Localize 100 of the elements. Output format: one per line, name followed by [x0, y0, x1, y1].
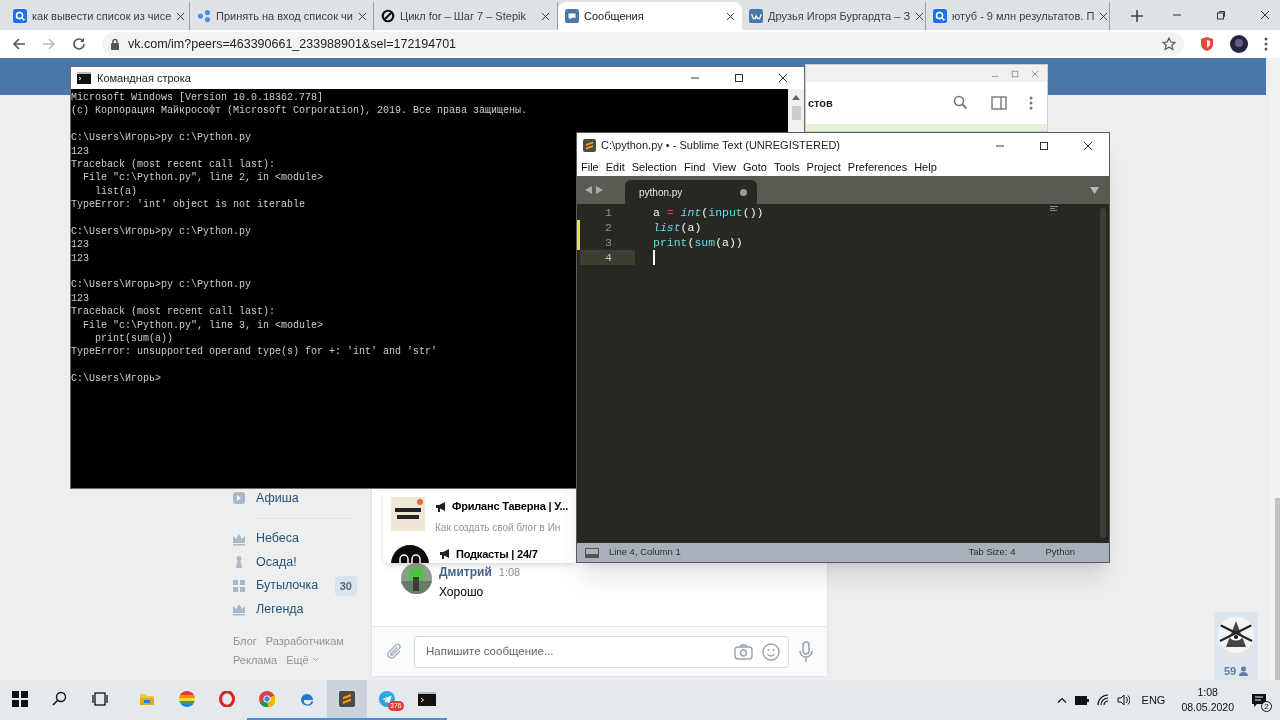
restore-icon[interactable] — [1216, 10, 1226, 20]
sidebar-item[interactable]: Бутылочка 30 — [229, 574, 361, 598]
menu-item[interactable]: Edit — [605, 158, 625, 176]
tab-size-setting[interactable]: Tab Size: 4 — [968, 545, 1016, 560]
menu-item[interactable]: Tools — [773, 158, 800, 176]
camera-icon[interactable] — [734, 643, 753, 660]
scrollbar-thumb[interactable] — [791, 106, 801, 120]
menu-item[interactable]: Find — [683, 158, 706, 176]
close-icon[interactable] — [357, 11, 367, 21]
terminal-icon — [418, 692, 436, 706]
play-icon — [232, 491, 246, 505]
online-count: 59 — [1223, 664, 1237, 679]
console-line: 123 — [71, 238, 89, 252]
menu-item[interactable]: Project — [806, 158, 841, 176]
language-indicator[interactable]: ENG — [1137, 691, 1170, 709]
smiley-icon[interactable] — [762, 642, 780, 661]
address-bar[interactable]: vk.com/im?peers=463390661_233988901&sel=172194701 — [102, 32, 1184, 56]
side-panel-icon[interactable] — [991, 96, 1007, 110]
console-line: Microsoft Windows [Version 10.0.18362.778] — [71, 91, 324, 105]
console-line: File "c:\Python.py", line 2, in <module> — [82, 171, 324, 185]
wifi-icon[interactable] — [1096, 694, 1109, 706]
back-arrow-icon[interactable] — [12, 37, 26, 51]
windows-logo-icon — [12, 691, 28, 707]
left-triangle-icon[interactable] — [585, 186, 592, 194]
chrome-icon — [259, 691, 275, 707]
folder-icon — [139, 691, 155, 707]
sidebar-item[interactable]: Легенда — [229, 597, 361, 621]
chevron-down-icon — [311, 657, 319, 663]
browser-tab[interactable]: Сообщения — [558, 2, 742, 30]
shield-icon[interactable] — [1200, 36, 1214, 52]
close-icon[interactable] — [541, 11, 550, 21]
console-line: 123 — [71, 251, 89, 266]
terminal-icon — [77, 72, 91, 84]
sidebar-item[interactable]: Небеса — [229, 527, 361, 551]
dialog-item[interactable]: Фриланс Таверна | У... Как создать свой блог в Ин — [391, 497, 576, 535]
line-number: 4 — [580, 250, 635, 265]
star-icon[interactable] — [1162, 37, 1176, 51]
paperclip-icon[interactable] — [386, 641, 404, 662]
search-icon — [13, 9, 27, 23]
menu-item[interactable]: Selection — [631, 158, 677, 176]
clock-time[interactable]: 1:08 — [1197, 685, 1218, 700]
dialog-title: Фриланс Таверна | У... — [452, 499, 568, 514]
line-number: 3 — [604, 235, 613, 250]
sidebar-item[interactable]: Афиша — [229, 490, 361, 506]
maximize-icon[interactable] — [1039, 140, 1049, 151]
close-icon[interactable] — [915, 11, 925, 21]
panel-toggle-icon[interactable] — [585, 547, 599, 558]
console-line: 123 — [71, 144, 89, 158]
lock-icon — [110, 38, 120, 50]
message-text: Хорошо — [439, 584, 485, 601]
more-menu-icon[interactable] — [1264, 37, 1268, 51]
sidebar-item[interactable]: Осада! — [229, 550, 361, 574]
close-icon[interactable] — [1260, 10, 1270, 20]
scrollbar[interactable] — [1270, 58, 1280, 680]
close-icon[interactable] — [778, 73, 788, 83]
console-line: (c) Корпорация Майкрософт (Microsoft Corporation), 2019. Все права защищены. — [71, 104, 528, 118]
battery-icon[interactable] — [1074, 695, 1089, 705]
menu-item[interactable]: View — [712, 158, 737, 176]
console-line: Traceback (most recent call last): — [71, 157, 276, 172]
message-field[interactable]: Напишите сообщение... — [414, 635, 789, 668]
menu-item[interactable]: Preferences — [847, 158, 908, 176]
microphone-icon[interactable] — [799, 640, 813, 663]
scrollbar-thumb[interactable] — [1275, 498, 1280, 680]
right-triangle-icon[interactable] — [596, 186, 603, 194]
menu-item[interactable]: Goto — [743, 158, 767, 176]
search-icon[interactable] — [953, 95, 969, 111]
code-line: a = int(input()) — [652, 205, 764, 220]
close-icon[interactable] — [1083, 140, 1093, 151]
search-icon — [52, 691, 68, 707]
console-line: TypeError: 'int' object is not iterable — [71, 198, 306, 212]
close-icon[interactable] — [1099, 11, 1109, 21]
file-tab[interactable]: python.py — [625, 180, 757, 204]
maximize-icon[interactable] — [734, 73, 744, 83]
person-icon — [1239, 666, 1249, 677]
syntax-setting[interactable]: Python — [1045, 545, 1075, 560]
code-line: print(sum(a)) — [652, 235, 743, 250]
cursor-position: Line 4, Column 1 — [609, 545, 681, 560]
search-icon — [933, 9, 947, 23]
console-line: print(sum(a)) — [94, 332, 174, 346]
notifications-button[interactable]: 2 — [1246, 687, 1272, 713]
more-menu-icon[interactable] — [1029, 96, 1033, 110]
author-name[interactable]: Дмитрий — [439, 563, 492, 581]
stripes-square-icon — [339, 691, 355, 707]
console-line: 123 — [71, 291, 89, 306]
notification-count: 2 — [1261, 701, 1272, 712]
close-icon[interactable] — [726, 11, 735, 21]
dropdown-triangle-icon[interactable] — [1090, 186, 1099, 194]
message-time: 1:08 — [498, 565, 521, 580]
menu-item[interactable]: Help — [914, 158, 937, 176]
reload-icon[interactable] — [72, 37, 86, 51]
clock-date[interactable]: 08.05.2020 — [1181, 700, 1234, 715]
speaker-icon[interactable] — [1116, 694, 1130, 706]
window-title: C:\python.py • - Sublime Text (UNREGISTERED) — [601, 138, 840, 154]
new-tab-icon[interactable] — [1130, 9, 1144, 23]
chevron-up-icon[interactable] — [1056, 697, 1067, 703]
code-line: list(a) — [652, 220, 702, 235]
megaphone-icon — [439, 548, 451, 560]
profile-avatar-icon[interactable] — [1230, 35, 1248, 53]
close-icon[interactable] — [176, 11, 186, 21]
menu-item[interactable]: File — [581, 158, 599, 176]
